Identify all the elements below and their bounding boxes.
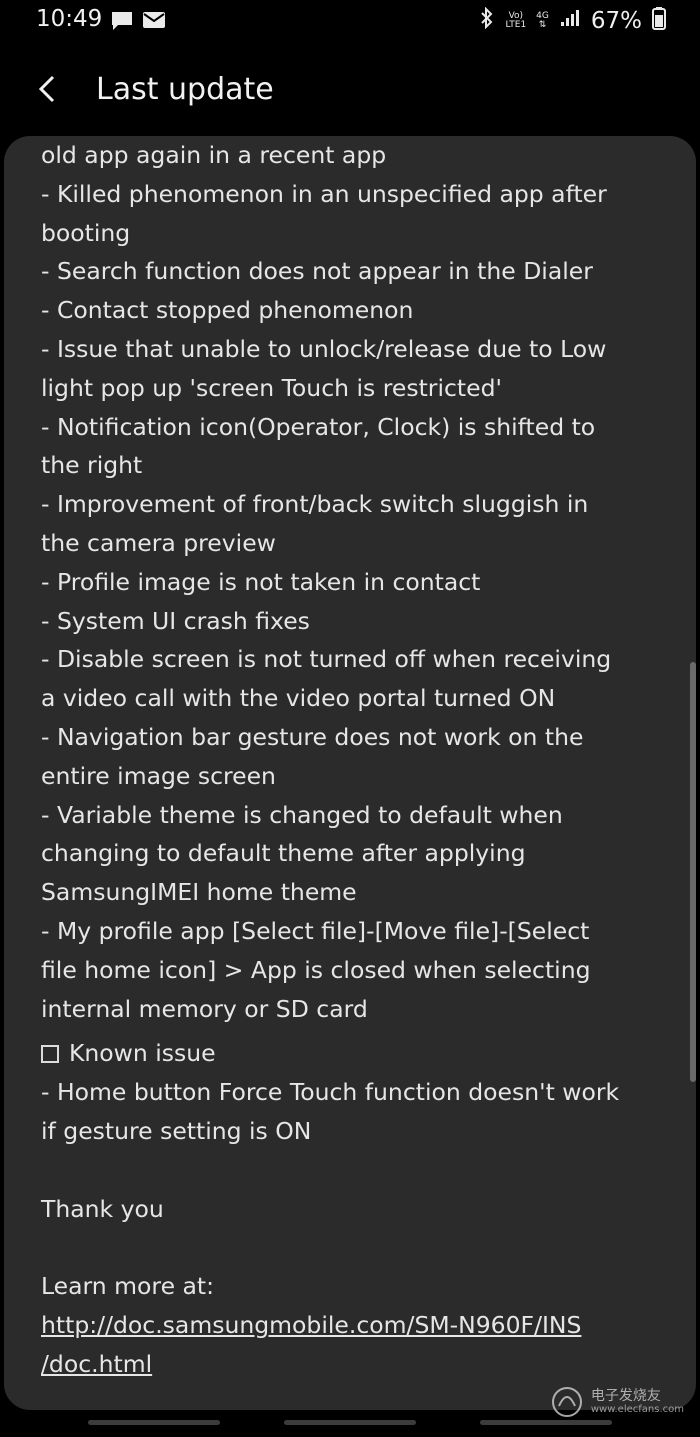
known-issue-line: - Home button Force Touch function doesn… — [41, 1078, 620, 1107]
note-line: the camera preview — [41, 528, 276, 557]
note-line: - Notification icon(Operator, Clock) is … — [41, 412, 596, 441]
signal-icon — [559, 8, 581, 34]
note-line: - Contact stopped phenomenon — [41, 296, 414, 325]
nav-home-button[interactable] — [284, 1420, 416, 1425]
note-line: - My profile app [Select file]-[Move fil… — [41, 916, 590, 945]
note-line: changing to default theme after applying — [41, 839, 526, 868]
lte-label: LTE1 — [505, 20, 527, 30]
doc-link-line-1[interactable]: http://doc.samsungmobile.com/SM-N960F/IN… — [41, 1306, 681, 1345]
note-line: file home icon] > App is closed when sel… — [41, 955, 591, 984]
nav-recents-button[interactable] — [88, 1420, 220, 1425]
message-icon — [110, 10, 134, 36]
doc-link-line-2[interactable]: /doc.html — [41, 1345, 681, 1384]
status-bar: 10:49 Vo) LTE1 4G ⇅ 67% — [0, 0, 700, 44]
app-bar: Last update — [0, 52, 700, 132]
known-issue-heading: Known issue — [41, 1034, 681, 1073]
status-time: 10:49 — [36, 6, 103, 32]
chevron-left-icon — [38, 75, 55, 103]
note-line: old app again in a recent app — [41, 141, 387, 169]
email-icon — [142, 10, 166, 36]
note-line: SamsungIMEI home theme — [41, 878, 357, 907]
note-line: - Disable screen is not turned off when … — [41, 645, 612, 674]
navigation-bar — [0, 1412, 700, 1437]
note-line: - Improvement of front/back switch slugg… — [41, 490, 589, 519]
battery-percent: 67% — [590, 8, 642, 34]
note-line: - Profile image is not taken in contact — [41, 567, 481, 596]
status-right: Vo) LTE1 4G ⇅ 67% — [479, 6, 666, 36]
watermark-title: 电子发烧友 — [590, 1388, 661, 1404]
note-line: the right — [41, 451, 143, 480]
status-left-icons — [110, 10, 166, 36]
volte-indicator: Vo) LTE1 — [505, 12, 526, 30]
note-line: - Navigation bar gesture does not work o… — [41, 722, 584, 751]
scrollbar[interactable] — [690, 662, 696, 1082]
back-button[interactable] — [26, 66, 66, 112]
note-line: - Variable theme is changed to default w… — [41, 800, 563, 829]
battery-icon — [652, 6, 666, 36]
note-line: - Killed phenomenon in an unspecified ap… — [41, 179, 607, 208]
thanks-text: Thank you — [41, 1194, 164, 1223]
note-line: light pop up 'screen Touch is restricted… — [41, 373, 502, 402]
note-line: internal memory or SD card — [41, 994, 368, 1023]
nav-back-button[interactable] — [480, 1420, 612, 1425]
page-title: Last update — [96, 72, 274, 107]
data-arrows-icon: ⇅ — [538, 20, 547, 30]
known-issue-line: if gesture setting is ON — [41, 1116, 312, 1145]
note-line: booting — [41, 218, 131, 247]
network-gen-indicator: 4G ⇅ — [536, 12, 549, 30]
release-notes: old app again in a recent app - Killed p… — [41, 136, 681, 1384]
note-line: - System UI crash fixes — [41, 606, 310, 635]
checkbox-icon — [41, 1044, 59, 1063]
note-line: - Search function does not appear in the… — [41, 257, 593, 286]
learn-more-text: Learn more at: — [41, 1272, 215, 1301]
note-line: - Issue that unable to unlock/release du… — [41, 334, 607, 363]
note-line: a video call with the video portal turne… — [41, 684, 556, 713]
content-card[interactable]: old app again in a recent app - Killed p… — [4, 136, 696, 1410]
note-line: entire image screen — [41, 761, 276, 790]
known-issue-label: Known issue — [69, 1039, 216, 1068]
bluetooth-icon — [479, 6, 495, 35]
